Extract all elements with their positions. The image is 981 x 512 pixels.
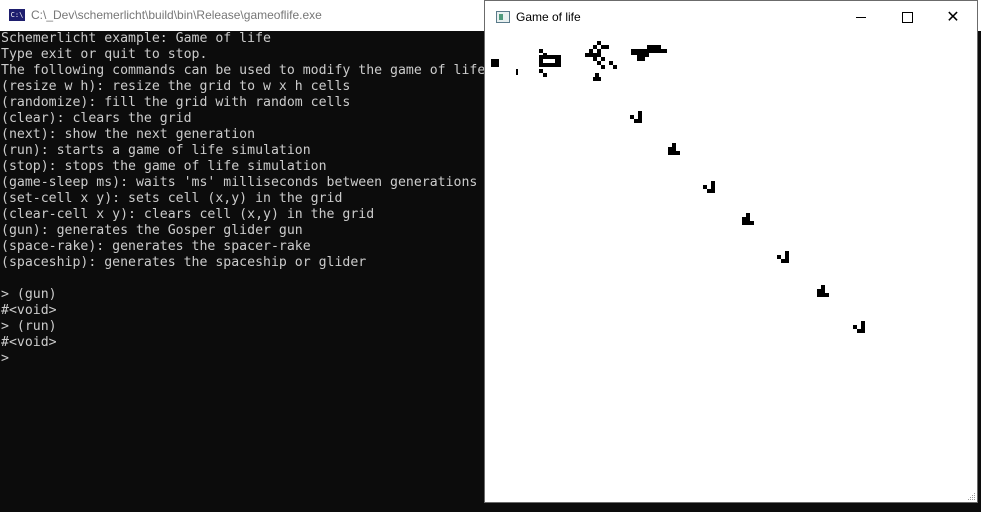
glider-cell: [785, 259, 789, 263]
console-line: (game-sleep ms): waits 'ms' milliseconds…: [1, 175, 478, 190]
glider-cell: [638, 119, 642, 123]
game-of-life-window[interactable]: Game of life ✕: [484, 0, 978, 503]
console-line: The following commands can be used to mo…: [1, 63, 494, 78]
glider-cell: [711, 189, 715, 193]
live-cell: [613, 65, 617, 69]
console-window-title: C:\_Dev\schemerlicht\build\bin\Release\g…: [31, 8, 322, 22]
console-line: >: [1, 351, 9, 366]
console-app-icon: C:\: [9, 9, 25, 21]
app-window-icon: [496, 11, 510, 23]
minimize-icon: [856, 16, 866, 18]
maximize-icon: [901, 11, 913, 23]
live-cell: [543, 63, 561, 67]
console-line: (space-rake): generates the spacer-rake: [1, 239, 311, 254]
console-line: #<void>: [1, 303, 57, 318]
console-line: (gun): generates the Gosper glider gun: [1, 223, 303, 238]
console-line: (resize w h): resize the grid to w x h c…: [1, 79, 351, 94]
live-cell: [601, 45, 609, 49]
console-line: (next): show the next generation: [1, 127, 256, 142]
game-grid-canvas[interactable]: [485, 33, 977, 502]
glider-cell: [750, 221, 754, 225]
console-line: Type exit or quit to stop.: [1, 47, 208, 62]
console-line: (set-cell x y): sets cell (x,y) in the g…: [1, 191, 343, 206]
console-line: Schemerlicht example: Game of life: [1, 31, 271, 46]
live-cell: [647, 45, 661, 49]
console-line: > (run): [1, 319, 57, 334]
console-line: (stop): stops the game of life simulatio…: [1, 159, 327, 174]
game-titlebar[interactable]: Game of life ✕: [485, 1, 977, 33]
minimize-button[interactable]: [838, 1, 884, 33]
maximize-button[interactable]: [884, 1, 930, 33]
console-line: > (gun): [1, 287, 57, 302]
console-line: (clear): clears the grid: [1, 111, 192, 126]
glider-cell: [676, 151, 680, 155]
console-line: (spaceship): generates the spaceship or …: [1, 255, 367, 270]
live-cell: [593, 77, 601, 81]
close-icon: ✕: [946, 7, 960, 26]
live-cell: [601, 65, 605, 69]
glider-cell: [825, 293, 829, 297]
live-cell: [543, 73, 547, 77]
console-line: (run): starts a game of life simulation: [1, 143, 311, 158]
glider-cell: [861, 329, 865, 333]
console-line: #<void>: [1, 335, 57, 350]
console-line: (randomize): fill the grid with random c…: [1, 95, 351, 110]
live-cell: [601, 57, 605, 61]
console-line: (clear-cell x y): clears cell (x,y) in t…: [1, 207, 375, 222]
live-cell: [516, 69, 518, 75]
live-cell: [637, 57, 645, 61]
resize-grip-icon[interactable]: [966, 491, 976, 501]
live-cell: [555, 59, 561, 63]
console-output[interactable]: Schemerlicht example: Game of life Type e…: [1, 31, 493, 367]
close-button[interactable]: ✕: [930, 1, 976, 33]
live-cell: [491, 59, 499, 67]
game-window-title: Game of life: [516, 10, 581, 24]
